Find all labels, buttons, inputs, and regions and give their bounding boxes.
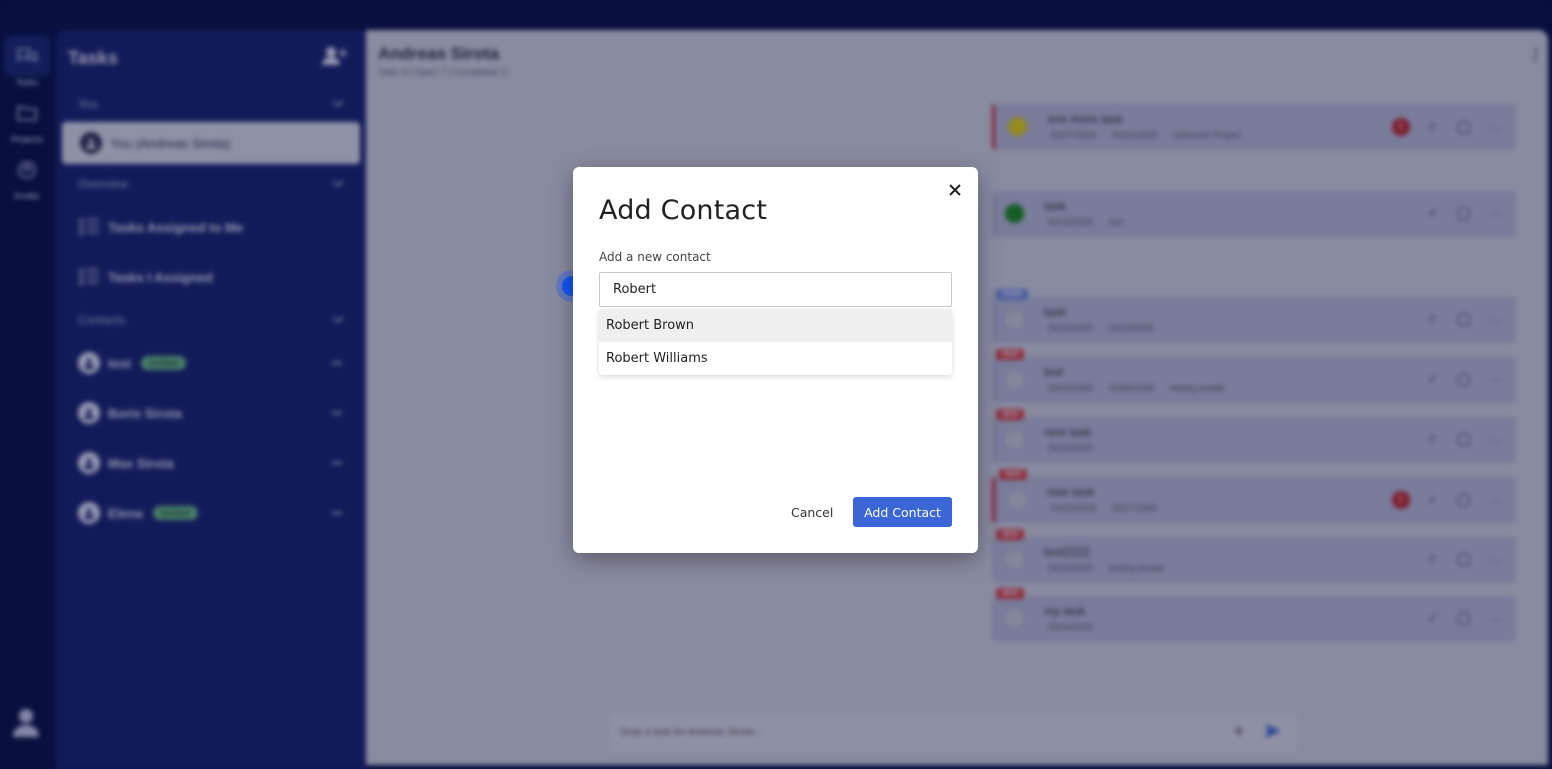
close-icon[interactable] [948,183,962,197]
cancel-button[interactable]: Cancel [783,498,841,526]
suggestion-list: Robert Brown Robert Williams [599,309,952,375]
suggestion-item[interactable]: Robert Williams [599,342,952,375]
contact-field-label: Add a new contact [599,250,711,264]
add-contact-button[interactable]: Add Contact [853,497,952,527]
contact-search-input[interactable] [599,272,952,307]
suggestion-item[interactable]: Robert Brown [599,309,952,342]
dialog-title: Add Contact [599,195,768,226]
add-contact-dialog: Add Contact Add a new contact Robert Bro… [573,167,978,553]
